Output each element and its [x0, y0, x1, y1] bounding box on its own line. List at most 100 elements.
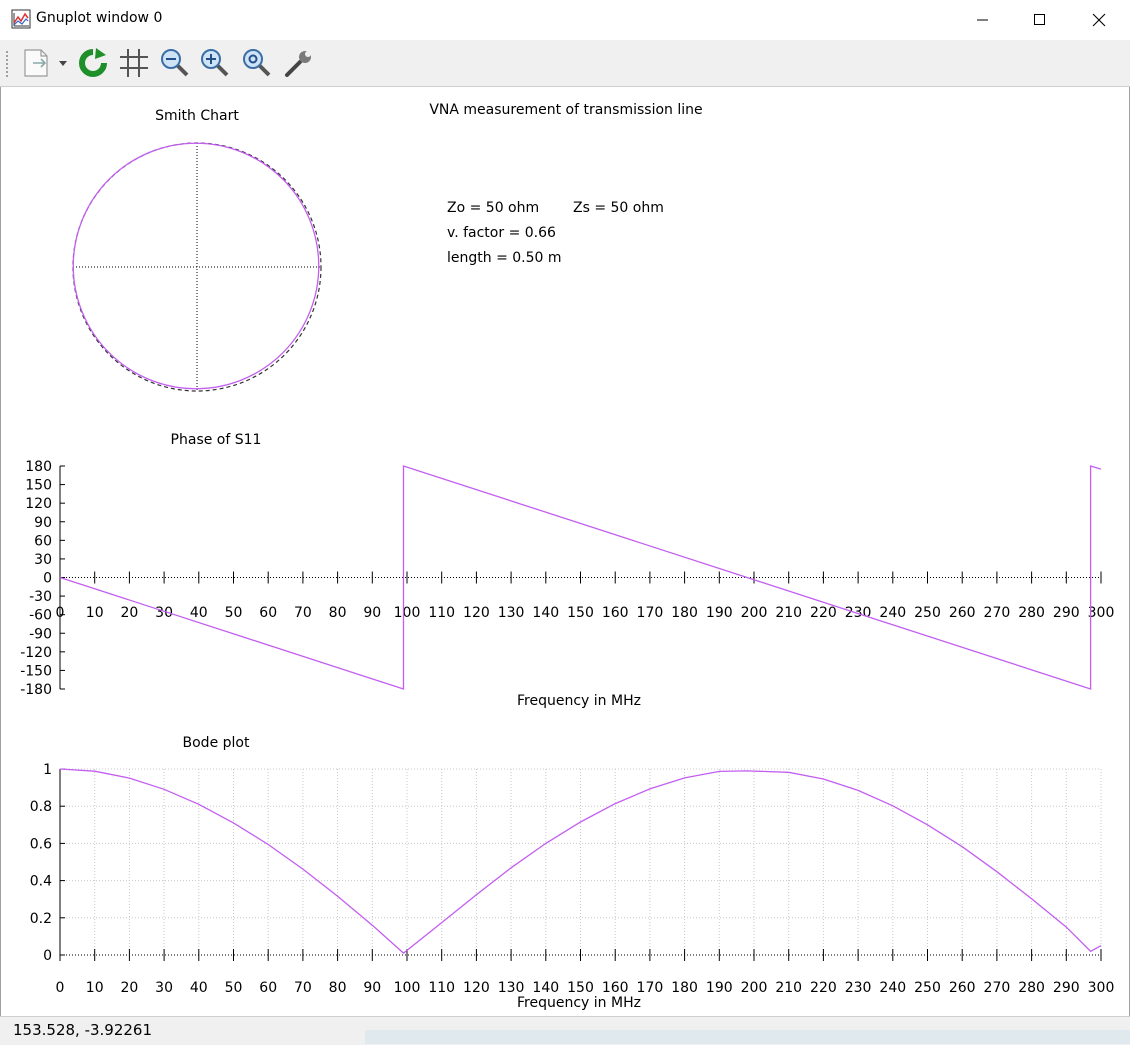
bode-xtick-label: 90 [363, 980, 381, 996]
toolbar-grip[interactable] [5, 50, 9, 78]
phase-ytick-label: 60 [34, 533, 52, 549]
plot-canvas[interactable]: VNA measurement of transmission line Zo … [1, 87, 1129, 1016]
close-icon [1092, 13, 1106, 27]
bode-xtick-label: 190 [706, 980, 733, 996]
zoom-next-button[interactable] [198, 45, 232, 81]
phase-xtick-label: 250 [914, 605, 941, 621]
bode-xtick-label: 10 [86, 980, 104, 996]
bode-xtick-label: 30 [155, 980, 173, 996]
bode-ytick-label: 0.8 [30, 799, 52, 815]
unzoom-icon [243, 49, 271, 77]
phase-ytick-label: -180 [20, 682, 52, 698]
bode-chart: Bode plot Frequency in MHz 1 0.8 0.6 0.4 0.2… [30, 735, 1115, 1011]
phase-xtick-label: 140 [532, 605, 559, 621]
phase-xtick-label: 260 [949, 605, 976, 621]
phase-ytick-label: 90 [34, 515, 52, 531]
maximize-icon [1034, 14, 1045, 25]
zoom-out-icon [161, 49, 189, 77]
minimize-icon [977, 19, 988, 21]
phase-xtick-label: 190 [706, 605, 733, 621]
bode-xtick-label: 130 [498, 980, 525, 996]
bode-xtick-label: 230 [845, 980, 872, 996]
phase-xtick-label: 150 [567, 605, 594, 621]
bode-xtick-label: 220 [810, 980, 837, 996]
phase-xtick-label: 300 [1088, 605, 1115, 621]
phase-xtick-label: 100 [394, 605, 421, 621]
bode-xtick-label: 170 [637, 980, 664, 996]
bode-xtick-label: 200 [741, 980, 768, 996]
phase-xtick-label: 130 [498, 605, 525, 621]
bode-xtick-label: 80 [329, 980, 347, 996]
phase-xlabel: Frequency in MHz [517, 693, 641, 709]
unzoom-button[interactable] [240, 45, 274, 81]
refresh-icon [79, 48, 107, 77]
bode-xtick-label: 300 [1088, 980, 1115, 996]
grid-button[interactable] [117, 45, 151, 81]
phase-ytick-label: -120 [20, 645, 52, 661]
phase-xtick-label: 240 [879, 605, 906, 621]
bode-xtick-label: 240 [879, 980, 906, 996]
phase-xtick-label: 60 [259, 605, 277, 621]
phase-ytick-label: -150 [20, 663, 52, 679]
phase-chart: Phase of S11 Frequency in MHz 180 150 120 9… [20, 432, 1114, 709]
phase-xtick-label: 160 [602, 605, 629, 621]
phase-xtick-label: 0 [56, 605, 65, 621]
bode-xtick-label: 280 [1018, 980, 1045, 996]
bode-ytick-label: 1 [43, 762, 52, 778]
phase-xtick-label: 10 [86, 605, 104, 621]
bode-xtick-label: 260 [949, 980, 976, 996]
bode-xtick-label: 0 [56, 980, 65, 996]
phase-xtick-label: 290 [1053, 605, 1080, 621]
phase-ytick-label: 150 [25, 478, 52, 494]
bode-title: Bode plot [183, 735, 250, 751]
smith-chart: Smith Chart [72, 108, 322, 392]
phase-xtick-label: 220 [810, 605, 837, 621]
info-length: length = 0.50 m [447, 250, 562, 266]
bode-xtick-label: 270 [984, 980, 1011, 996]
phase-xtick-label: 120 [463, 605, 490, 621]
bode-xtick-label: 70 [294, 980, 312, 996]
bode-xtick-label: 110 [428, 980, 455, 996]
mouse-coordinates: 153.528, -3.92261 [13, 1021, 153, 1039]
phase-xtick-label: 170 [637, 605, 664, 621]
replot-button[interactable] [76, 45, 110, 81]
phase-ytick-label: -90 [29, 626, 52, 642]
title-bar: Gnuplot window 0 [0, 0, 1130, 40]
phase-ytick-label: -60 [29, 608, 52, 624]
phase-xtick-label: 50 [225, 605, 243, 621]
bode-xtick-label: 120 [463, 980, 490, 996]
close-button[interactable] [1076, 0, 1122, 40]
main-title: VNA measurement of transmission line [429, 102, 702, 118]
phase-xtick-label: 40 [190, 605, 208, 621]
bode-xlabel: Frequency in MHz [517, 995, 641, 1011]
gnuplot-app-icon [11, 9, 31, 29]
phase-ytick-label: 120 [25, 496, 52, 512]
zoom-in-icon [201, 49, 229, 77]
bode-ytick-label: 0.4 [30, 874, 52, 890]
phase-title: Phase of S11 [171, 432, 262, 448]
phase-xtick-label: 270 [984, 605, 1011, 621]
bode-xtick-label: 250 [914, 980, 941, 996]
bode-xtick-label: 20 [120, 980, 138, 996]
bode-xtick-label: 60 [259, 980, 277, 996]
maximize-button[interactable] [1017, 0, 1063, 40]
bode-xtick-label: 150 [567, 980, 594, 996]
phase-xtick-label: 70 [294, 605, 312, 621]
options-button[interactable] [282, 45, 316, 81]
phase-xtick-label: 110 [428, 605, 455, 621]
taskbar-strip [365, 1030, 1130, 1044]
grid-icon [120, 49, 148, 77]
bode-xtick-label: 180 [671, 980, 698, 996]
bode-xtick-label: 50 [225, 980, 243, 996]
minimize-button[interactable] [960, 0, 1006, 40]
bode-ytick-label: 0.6 [30, 836, 52, 852]
info-zs: Zs = 50 ohm [573, 200, 664, 216]
info-vfactor: v. factor = 0.66 [447, 225, 556, 241]
wrench-icon [285, 51, 311, 77]
bode-xtick-label: 100 [394, 980, 421, 996]
plot-area[interactable]: VNA measurement of transmission line Zo … [0, 87, 1130, 1016]
bode-xtick-label: 160 [602, 980, 629, 996]
copy-export-button[interactable] [18, 45, 72, 81]
window-title: Gnuplot window 0 [36, 10, 163, 26]
zoom-previous-button[interactable] [158, 45, 192, 81]
